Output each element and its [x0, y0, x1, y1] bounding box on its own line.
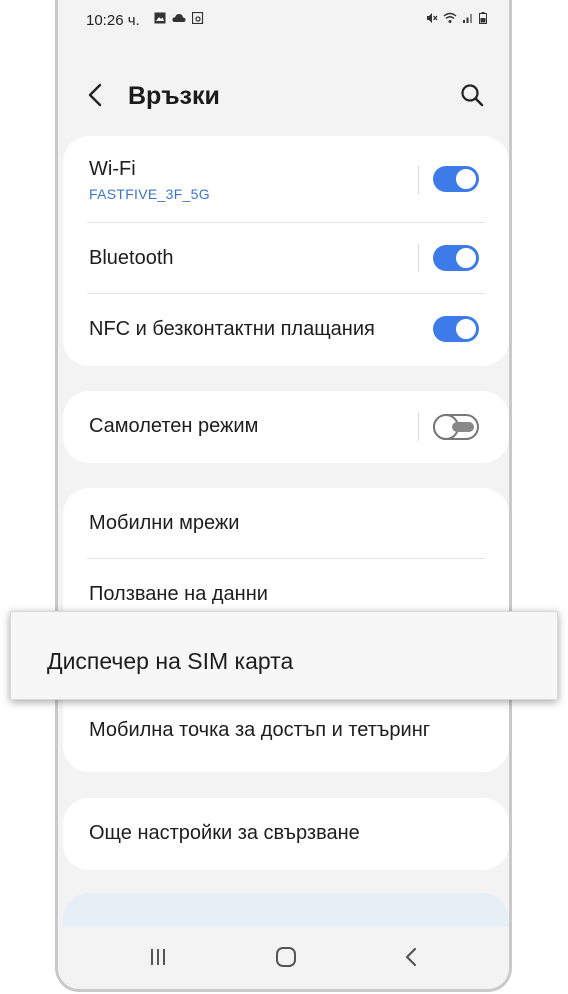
- image-icon: [154, 12, 166, 24]
- app-header: Връзки: [58, 70, 509, 122]
- settings-group-airplane: Самолетен режим: [63, 391, 509, 463]
- cloud-icon: [172, 14, 186, 22]
- phone-screen: 10:26 ч. Връзки Wi-Fi FASTFIVE_3F_5G Blu…: [55, 0, 512, 992]
- divider-vertical: [418, 244, 419, 272]
- bluetooth-row[interactable]: Bluetooth: [63, 223, 509, 293]
- wifi-network-name: FASTFIVE_3F_5G: [89, 186, 210, 202]
- page-title: Връзки: [128, 82, 220, 110]
- wifi-label: Wi-Fi: [89, 158, 136, 180]
- search-icon[interactable]: [459, 82, 485, 108]
- settings-group-more: Още настройки за свързване: [63, 798, 509, 870]
- chevron-left-icon[interactable]: [84, 82, 108, 108]
- toggle-knob: [454, 167, 478, 191]
- divider-vertical: [418, 413, 419, 441]
- signal-icon: [463, 14, 472, 23]
- status-bar: 10:26 ч.: [86, 12, 487, 32]
- sim-manager-label: Диспечер на SIM карта: [47, 648, 294, 674]
- bluetooth-label: Bluetooth: [89, 247, 174, 269]
- airplane-mode-row[interactable]: Самолетен режим: [63, 391, 509, 463]
- back-icon[interactable]: [398, 943, 426, 971]
- wifi-icon: [443, 12, 457, 23]
- home-icon[interactable]: [272, 943, 300, 971]
- wifi-row[interactable]: Wi-Fi FASTFIVE_3F_5G: [63, 136, 509, 222]
- nfc-label: NFC и безконтактни плащания: [89, 318, 375, 340]
- nfc-toggle[interactable]: [433, 316, 479, 342]
- hotspot-label: Мобилна точка за достъп и тетъринг: [89, 719, 431, 741]
- sim-manager-highlight[interactable]: Диспечер на SIM карта: [10, 611, 558, 700]
- data-usage-label: Ползване на данни: [89, 583, 268, 605]
- airplane-mode-label: Самолетен режим: [89, 415, 259, 437]
- bluetooth-toggle[interactable]: [433, 245, 479, 271]
- battery-icon: [479, 12, 487, 24]
- navigation-bar: [58, 927, 509, 989]
- settings-group-connections: Wi-Fi FASTFIVE_3F_5G Bluetooth NFC и без…: [63, 136, 509, 366]
- divider-vertical: [418, 166, 419, 194]
- toggle-knob: [433, 414, 459, 440]
- mute-icon: [427, 13, 438, 23]
- toggle-knob: [454, 246, 478, 270]
- nfc-row[interactable]: NFC и безконтактни плащания: [63, 294, 509, 366]
- hotspot-row[interactable]: Мобилна точка за достъп и тетъринг: [63, 705, 509, 772]
- recent-apps-icon[interactable]: [144, 943, 172, 971]
- mobile-networks-row[interactable]: Мобилни мрежи: [63, 488, 509, 558]
- wifi-toggle[interactable]: [433, 166, 479, 192]
- status-time: 10:26 ч.: [86, 12, 140, 29]
- more-connection-settings-label: Още настройки за свързване: [89, 822, 360, 844]
- mobile-networks-label: Мобилни мрежи: [89, 512, 240, 534]
- more-connection-settings-row[interactable]: Още настройки за свързване: [63, 798, 509, 870]
- screenshot-icon: [192, 12, 204, 24]
- toggle-knob: [454, 317, 478, 341]
- airplane-mode-toggle[interactable]: [433, 414, 479, 440]
